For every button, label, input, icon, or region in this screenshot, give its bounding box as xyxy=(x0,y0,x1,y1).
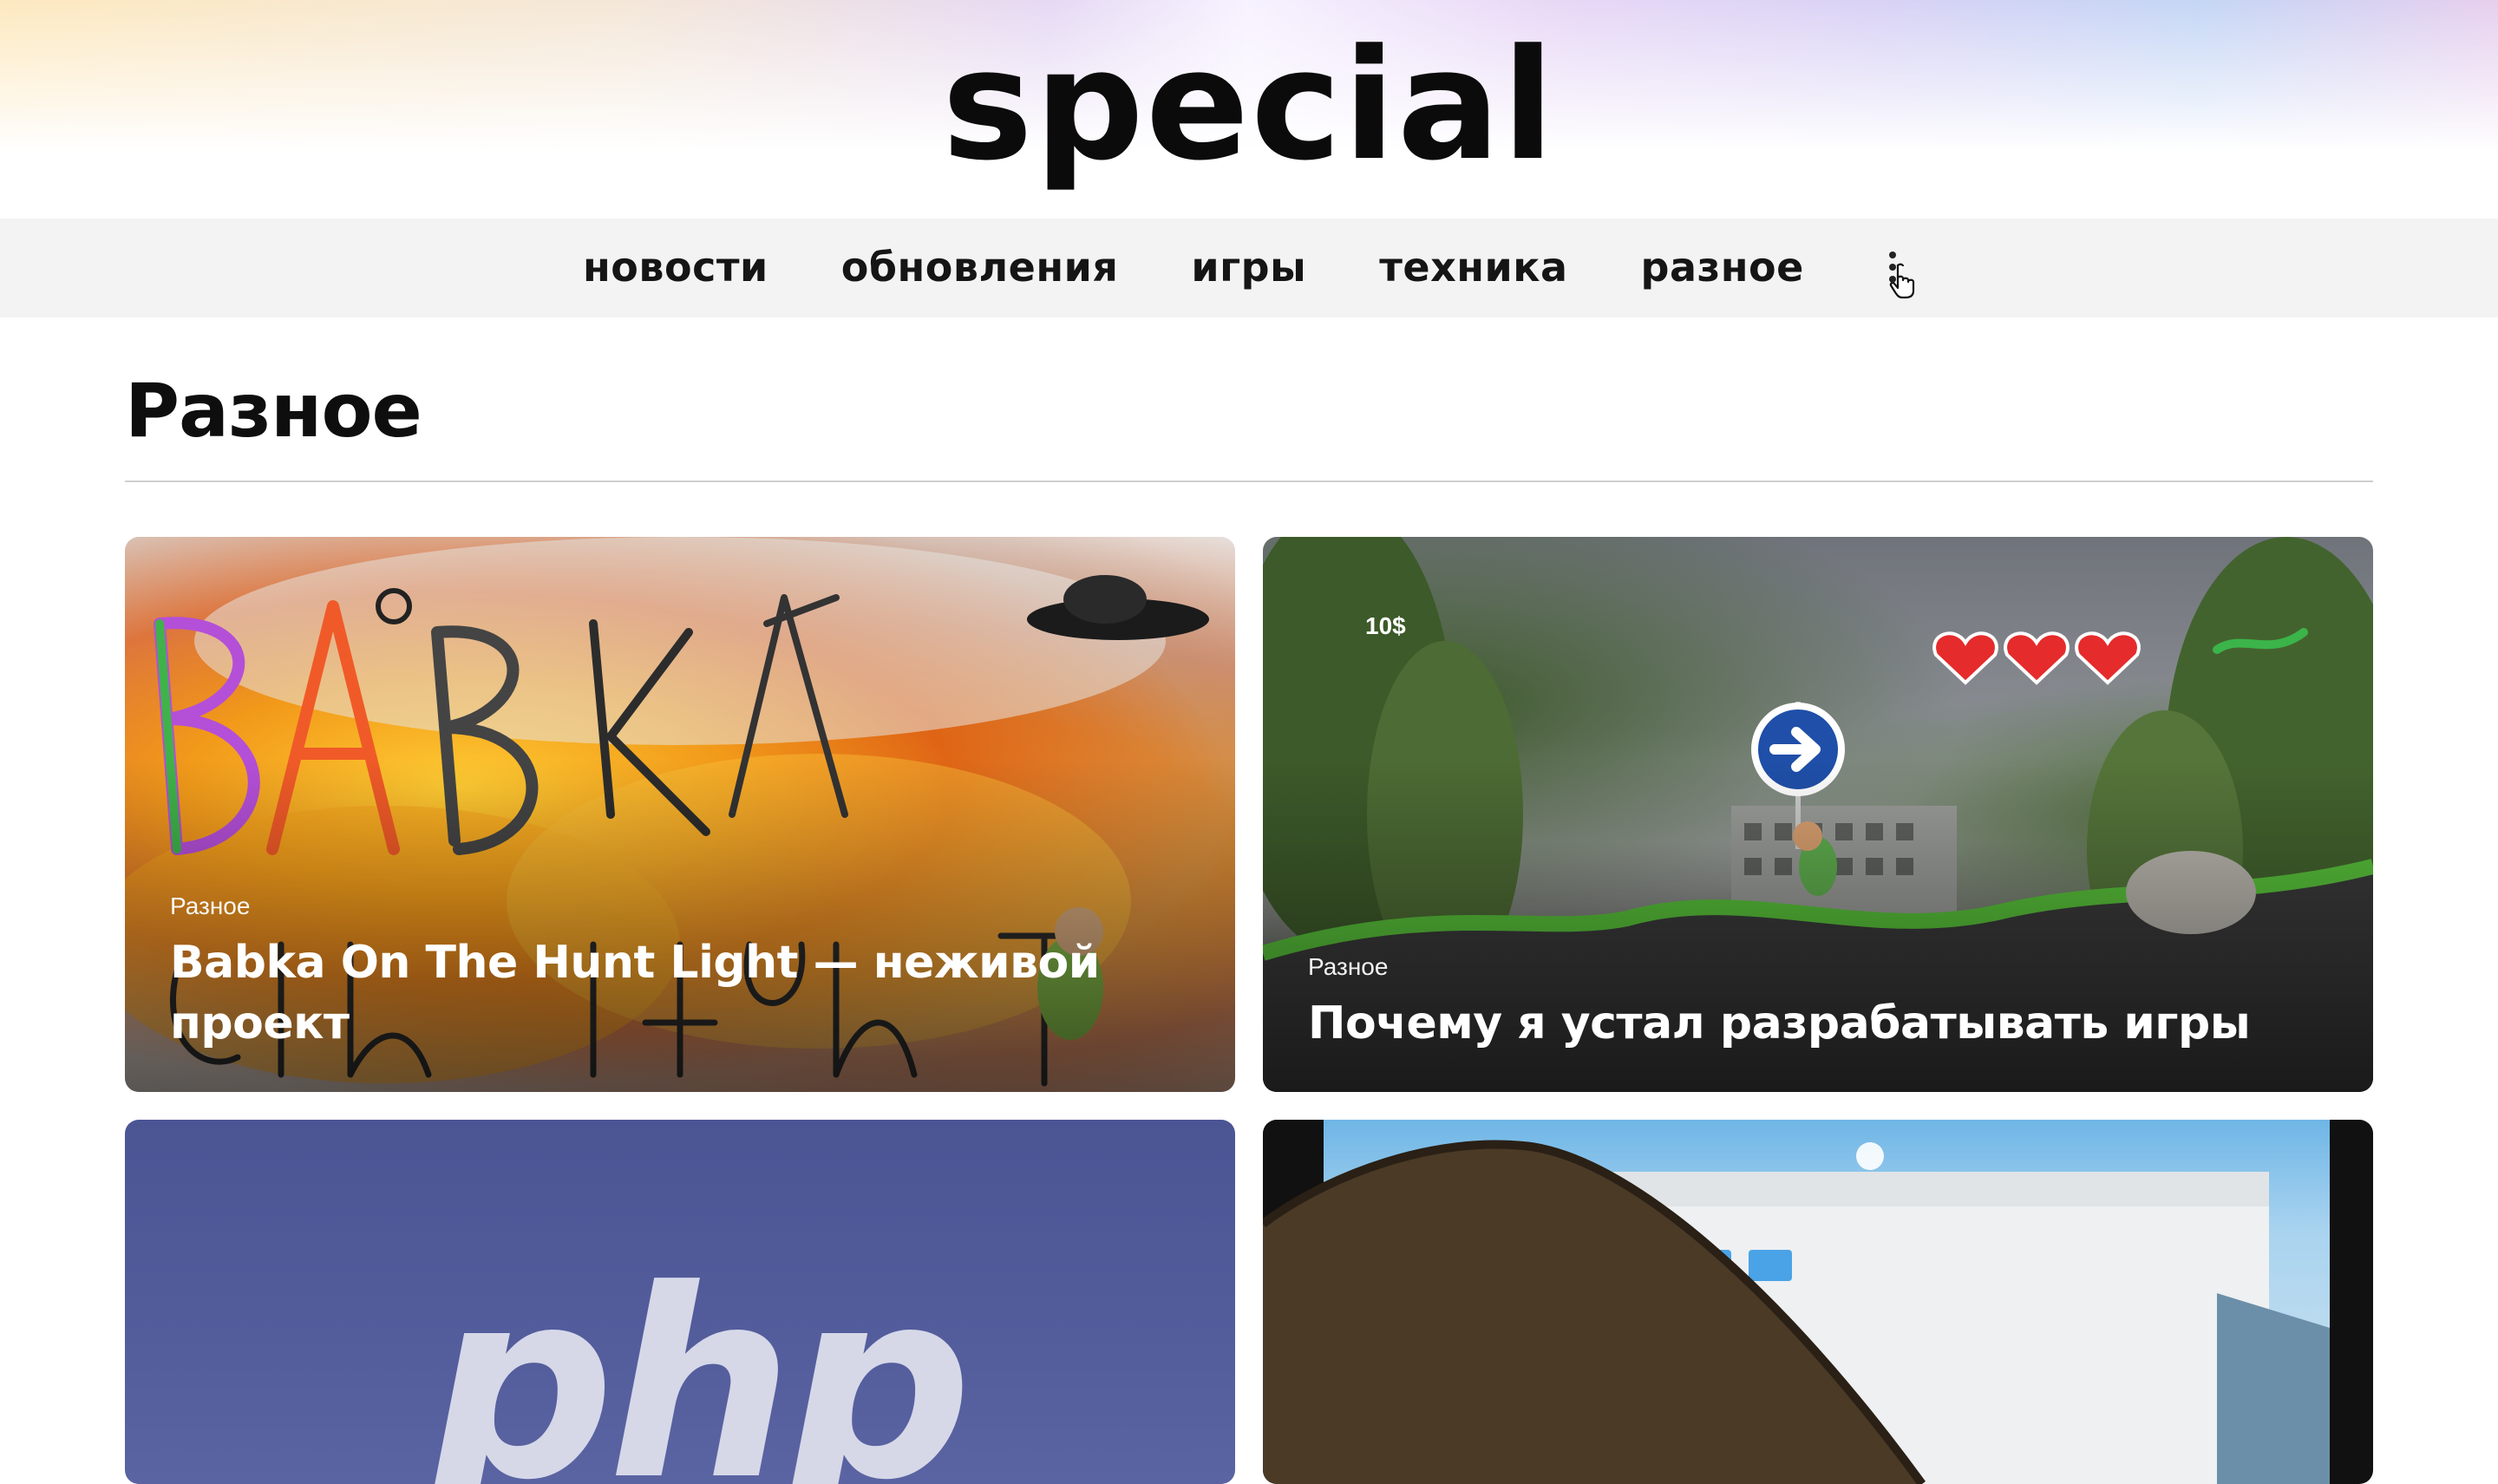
more-vertical-icon[interactable] xyxy=(1877,243,1908,291)
nav-item-updates[interactable]: обновления xyxy=(841,244,1119,291)
article-card-2[interactable]: 10$ Разное Почему я устал разрабатывать … xyxy=(1263,537,2373,1092)
article-card-1[interactable]: Разное Babka On The Hunt Light — неживой… xyxy=(125,537,1235,1092)
main-nav: новости обновления игры техника разное xyxy=(0,219,2498,317)
article-card-3[interactable]: php xyxy=(125,1120,1235,1484)
article-title[interactable]: Babka On The Hunt Light — неживой проект xyxy=(170,932,1190,1054)
page-title: Разное xyxy=(125,368,422,454)
article-title[interactable]: Почему я устал разрабатывать игры xyxy=(1308,993,2328,1054)
game-money-label: 10$ xyxy=(1365,612,1406,639)
article-category[interactable]: Разное xyxy=(1308,953,2328,981)
site-header: special xyxy=(0,0,2498,219)
nav-item-misc[interactable]: разное xyxy=(1641,244,1804,291)
title-divider xyxy=(125,481,2373,482)
article-category[interactable]: Разное xyxy=(170,892,1190,920)
laptop-photo-illustration xyxy=(1263,1120,2373,1484)
nav-item-tech[interactable]: техника xyxy=(1379,244,1567,291)
nav-item-news[interactable]: новости xyxy=(583,244,768,291)
site-logo[interactable]: special xyxy=(0,29,2498,182)
nav-item-games[interactable]: игры xyxy=(1191,244,1306,291)
php-logo-illustration: php xyxy=(424,1234,972,1484)
article-card-4[interactable] xyxy=(1263,1120,2373,1484)
php-logo: php xyxy=(424,1234,965,1484)
